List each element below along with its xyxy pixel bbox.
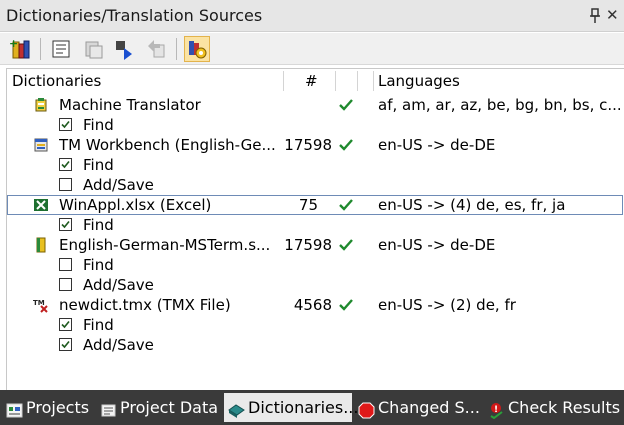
entry-count: 17598 bbox=[284, 136, 332, 154]
stop-icon bbox=[358, 399, 375, 419]
svg-text:!: ! bbox=[494, 405, 498, 415]
option-label: Find bbox=[83, 156, 114, 174]
dictionary-languages: en-US -> de-DE bbox=[378, 136, 496, 154]
dictionary-languages: af, am, ar, az, be, bg, bn, bs, c... bbox=[378, 96, 620, 114]
machine-translator-icon bbox=[33, 97, 49, 113]
find-checkbox[interactable] bbox=[59, 258, 72, 271]
enabled-check-icon[interactable] bbox=[338, 237, 354, 253]
tab-changed-s[interactable]: Changed S... bbox=[354, 393, 480, 422]
tab-projects[interactable]: Projects bbox=[2, 393, 94, 422]
dictionary-settings-icon[interactable] bbox=[184, 36, 210, 62]
toolbar-separator bbox=[40, 38, 41, 60]
close-icon[interactable]: ✕ bbox=[606, 6, 620, 24]
column-header-languages[interactable]: Languages bbox=[378, 69, 460, 93]
dictionary-name: English-German-MSTerm.s... bbox=[59, 236, 271, 254]
option-label: Find bbox=[83, 116, 114, 134]
find-checkbox[interactable] bbox=[59, 218, 72, 231]
toolbar-separator bbox=[176, 38, 177, 60]
term-database-icon bbox=[33, 237, 49, 253]
column-divider bbox=[335, 71, 336, 91]
dictionary-row-english-german-msterm[interactable]: English-German-MSTerm.s... 17598 en-US -… bbox=[7, 235, 623, 255]
entry-count: 17598 bbox=[284, 236, 332, 254]
dictionary-name: TM Workbench (English-Ge... bbox=[59, 136, 276, 154]
option-row-find: Find bbox=[7, 115, 623, 135]
dictionary-name: WinAppl.xlsx (Excel) bbox=[59, 196, 212, 214]
add-save-checkbox[interactable] bbox=[59, 178, 72, 191]
option-row-find: Find bbox=[7, 315, 623, 335]
enabled-check-icon[interactable] bbox=[338, 137, 354, 153]
tab-project-data[interactable]: Project Data bbox=[96, 393, 222, 422]
project-data-icon bbox=[100, 399, 117, 417]
move-up-icon[interactable] bbox=[144, 36, 170, 62]
dictionary-row-tm-workbench[interactable]: TM Workbench (English-Ge... 17598 en-US … bbox=[7, 135, 623, 155]
pin-icon[interactable] bbox=[588, 8, 602, 24]
find-checkbox[interactable] bbox=[59, 118, 72, 131]
entry-count: 4568 bbox=[293, 296, 332, 314]
enabled-check-icon[interactable] bbox=[338, 197, 354, 213]
dictionary-row-machine-translator[interactable]: Machine Translator af, am, ar, az, be, b… bbox=[7, 95, 623, 115]
option-row-add-save: Add/Save bbox=[7, 275, 623, 295]
tab-check-results[interactable]: ! Check Results bbox=[484, 393, 622, 422]
panel-title: Dictionaries/Translation Sources bbox=[6, 6, 263, 25]
column-divider bbox=[373, 71, 374, 91]
column-header-count[interactable]: # bbox=[305, 69, 318, 93]
dictionary-row-winappl-xlsx[interactable]: WinAppl.xlsx (Excel) 75 en-US -> (4) de,… bbox=[7, 195, 623, 215]
column-divider bbox=[357, 71, 358, 91]
enabled-check-icon[interactable] bbox=[338, 97, 354, 113]
option-row-find: Find bbox=[7, 215, 623, 235]
add-save-checkbox[interactable] bbox=[59, 338, 72, 351]
dictionary-name: Machine Translator bbox=[59, 96, 201, 114]
option-row-add-save: Add/Save bbox=[7, 175, 623, 195]
dictionary-languages: en-US -> (2) de, fr bbox=[378, 296, 516, 314]
check-results-icon: ! bbox=[488, 399, 505, 420]
properties-icon[interactable] bbox=[48, 36, 74, 62]
bottom-tab-bar: Projects Project Data Dictionaries... Ch… bbox=[0, 390, 624, 425]
tab-label: Projects bbox=[26, 398, 90, 417]
option-label: Add/Save bbox=[83, 276, 154, 294]
tm-workbench-icon bbox=[33, 137, 49, 153]
dictionary-name: newdict.tmx (TMX File) bbox=[59, 296, 231, 314]
enabled-check-icon[interactable] bbox=[338, 297, 354, 313]
toolbar: + bbox=[0, 33, 624, 65]
dictionaries-list: Dictionaries # Languages Machine Transla… bbox=[6, 68, 624, 390]
svg-text:TM: TM bbox=[33, 299, 45, 307]
dictionaries-icon bbox=[228, 399, 245, 418]
option-label: Add/Save bbox=[83, 176, 154, 194]
add-save-checkbox[interactable] bbox=[59, 278, 72, 291]
column-divider bbox=[283, 71, 284, 91]
find-checkbox[interactable] bbox=[59, 318, 72, 331]
option-row-find: Find bbox=[7, 255, 623, 275]
tmx-file-icon: TM bbox=[33, 297, 49, 313]
tab-label: Changed S... bbox=[378, 398, 480, 417]
tab-label: Check Results bbox=[508, 398, 621, 417]
entry-count: 75 bbox=[298, 196, 318, 214]
find-checkbox[interactable] bbox=[59, 158, 72, 171]
add-dictionary-icon[interactable]: + bbox=[8, 36, 34, 62]
option-row-add-save: Add/Save bbox=[7, 335, 623, 355]
column-header-dictionaries[interactable]: Dictionaries bbox=[12, 69, 101, 93]
entry-count bbox=[287, 95, 337, 115]
option-label: Find bbox=[83, 316, 114, 334]
excel-icon bbox=[33, 197, 49, 213]
copy-icon[interactable] bbox=[80, 36, 106, 62]
panel-titlebar: Dictionaries/Translation Sources ✕ bbox=[0, 0, 624, 32]
option-label: Find bbox=[83, 256, 114, 274]
dictionary-languages: en-US -> de-DE bbox=[378, 236, 496, 254]
projects-icon bbox=[6, 399, 23, 418]
option-row-find: Find bbox=[7, 155, 623, 175]
option-label: Find bbox=[83, 216, 114, 234]
move-down-icon[interactable] bbox=[112, 36, 138, 62]
tab-label: Project Data bbox=[120, 398, 219, 417]
option-label: Add/Save bbox=[83, 336, 154, 354]
dictionary-row-newdict-tmx[interactable]: TM newdict.tmx (TMX File) 4568 en-US -> … bbox=[7, 295, 623, 315]
svg-text:+: + bbox=[9, 37, 18, 50]
tab-dictionaries[interactable]: Dictionaries... bbox=[224, 393, 358, 422]
dictionary-languages: en-US -> (4) de, es, fr, ja bbox=[378, 196, 566, 214]
tab-label: Dictionaries... bbox=[248, 398, 359, 417]
